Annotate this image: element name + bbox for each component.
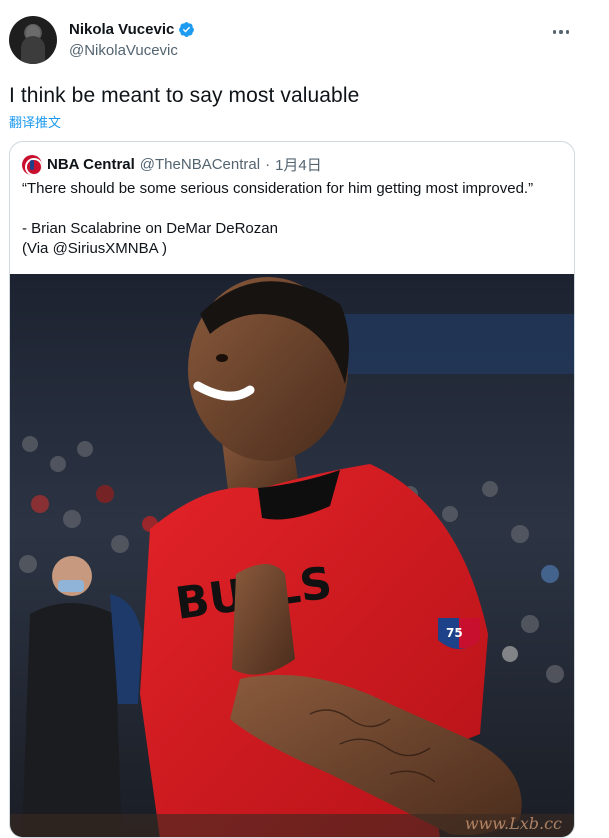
quoted-tweet-card[interactable]: NBA Central @TheNBACentral · 1月4日 “There… [9, 141, 575, 838]
more-dot [552, 30, 557, 34]
avatar-body-shape [21, 36, 45, 64]
verified-badge-icon [179, 22, 195, 37]
quoted-tweet-header: NBA Central @TheNBACentral · 1月4日 [22, 154, 322, 175]
quoted-author-name: NBA Central [47, 156, 135, 173]
author-display-name[interactable]: Nikola Vucevic [69, 21, 174, 38]
author-handle[interactable]: @NikolaVucevic [69, 42, 178, 59]
author-name-row[interactable]: Nikola Vucevic [69, 21, 195, 38]
quoted-author-avatar [22, 154, 42, 175]
quoted-author-handle: @TheNBACentral [139, 156, 261, 173]
player-photo-illustration: BULLS 75 [10, 274, 574, 837]
tweet-text: I think be meant to say most valuable [9, 84, 360, 107]
quoted-tweet-date: 1月4日 [275, 157, 322, 174]
author-avatar[interactable] [9, 16, 57, 64]
tweet-header: Nikola Vucevic @NikolaVucevic [9, 14, 599, 70]
more-dot [559, 30, 563, 34]
quoted-line: “There should be some serious considerat… [22, 180, 534, 197]
nba75-patch: 75 [438, 618, 480, 649]
quoted-tweet-body: “There should be some serious considerat… [22, 179, 562, 259]
more-options-icon[interactable] [549, 22, 573, 42]
quoted-tweet-photo[interactable]: BULLS 75 www.Lxb.cc [10, 274, 574, 837]
translate-tweet-link[interactable]: 翻译推文 [9, 112, 61, 131]
quoted-line: (Via @SiriusXMNBA ) [22, 240, 167, 257]
separator-dot: · [265, 156, 271, 173]
more-dot [565, 30, 570, 34]
svg-text:75: 75 [446, 626, 463, 640]
quoted-blank-line [22, 199, 562, 219]
quoted-line: - Brian Scalabrine on DeMar DeRozan [22, 220, 278, 237]
watermark-text: www.Lxb.cc [464, 814, 562, 833]
